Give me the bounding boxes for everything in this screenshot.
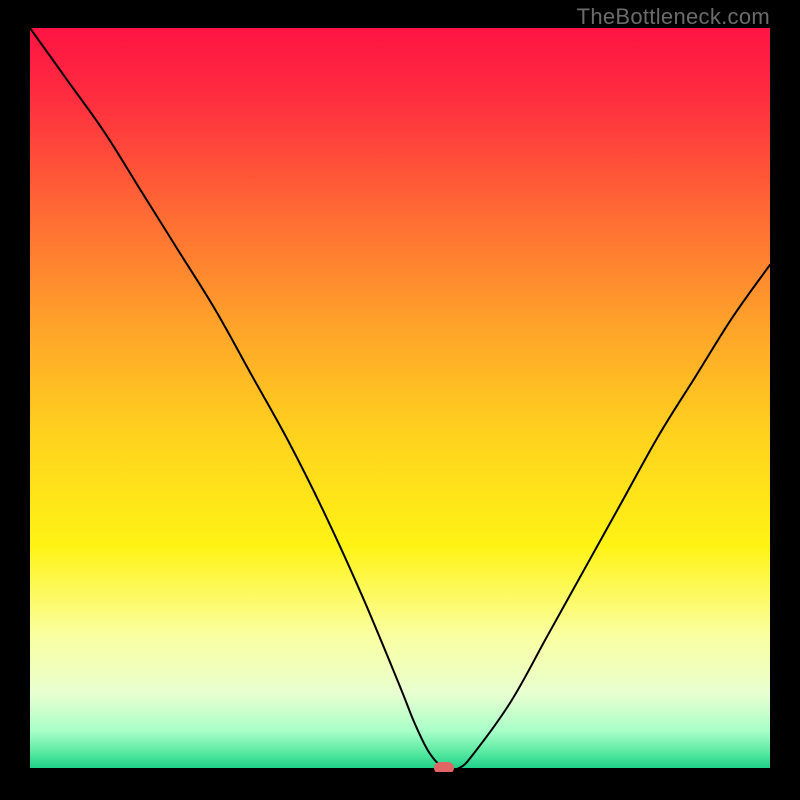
plot-area: [30, 28, 770, 772]
chart-figure: TheBottleneck.com: [0, 0, 800, 800]
bottleneck-curve: [30, 28, 770, 768]
optimal-point-marker: [434, 762, 454, 772]
watermark-text: TheBottleneck.com: [577, 4, 770, 30]
